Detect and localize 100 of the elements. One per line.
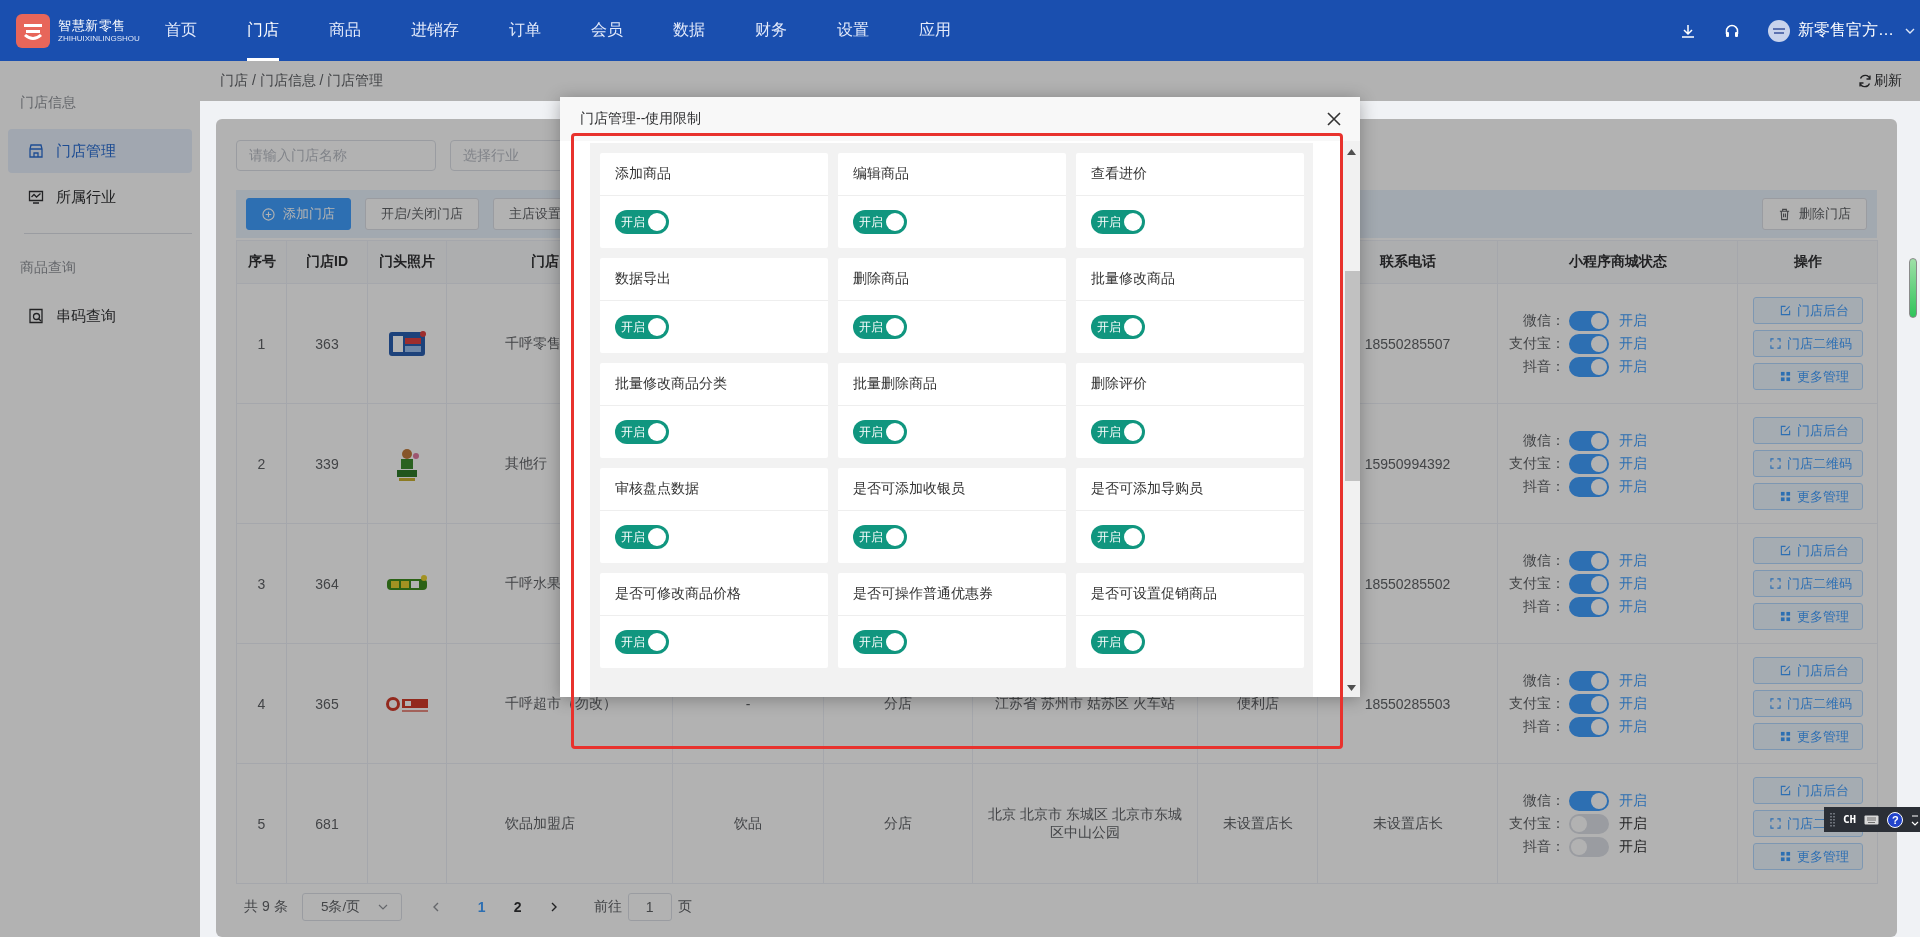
avatar-icon[interactable] (1768, 19, 1790, 42)
close-button[interactable] (1326, 111, 1342, 127)
toggle-switch[interactable]: 开启 (615, 420, 669, 444)
refresh-button[interactable]: 刷新 (1858, 72, 1902, 90)
page-number[interactable]: 1 (463, 893, 500, 921)
keyboard-icon[interactable] (1864, 814, 1880, 825)
scroll-up-icon[interactable] (1347, 149, 1356, 155)
nav-tab[interactable]: 订单 (484, 0, 566, 61)
action-button[interactable]: 门店二维码 (1752, 570, 1863, 597)
toggle-switch[interactable]: 开启 (1091, 630, 1145, 654)
toggle-switch[interactable] (1569, 716, 1609, 737)
goto-page-field[interactable]: 1 (627, 893, 672, 921)
toolbar-button[interactable]: 开启/关闭门店 (365, 198, 479, 230)
permission-title: 是否可添加导购员 (1076, 468, 1304, 511)
toggle-switch[interactable]: 开启 (853, 315, 907, 339)
action-button[interactable]: 门店后台 (1752, 537, 1863, 564)
permission-title: 是否可操作普通优惠券 (838, 573, 1066, 616)
toggle-switch[interactable] (1569, 836, 1609, 857)
grid-icon (1779, 491, 1791, 502)
sidebar-item-label[interactable]: 门店管理 (56, 141, 116, 161)
scroll-down-icon[interactable] (1347, 685, 1356, 691)
headset-icon[interactable] (1724, 22, 1740, 39)
action-button[interactable]: 门店二维码 (1752, 690, 1863, 717)
nav-tab[interactable]: 首页 (140, 0, 222, 61)
download-icon[interactable] (1680, 22, 1696, 39)
action-button[interactable]: 门店后台 (1752, 657, 1863, 684)
scrollbar-thumb[interactable] (1345, 271, 1360, 481)
sidebar-item-label[interactable]: 串码查询 (56, 306, 116, 326)
page-size-select[interactable]: 5条/页 (301, 893, 402, 921)
toggle-switch[interactable]: 开启 (853, 420, 907, 444)
table-cell: 2 (237, 404, 287, 524)
toggle-switch[interactable]: 开启 (1091, 525, 1145, 549)
channel-label: 支付宝： (1508, 574, 1565, 593)
toolbar-button[interactable]: 添加门店 (246, 198, 351, 230)
action-button[interactable]: 更多管理 (1752, 723, 1863, 750)
nav-tab[interactable]: 进销存 (386, 0, 484, 61)
toggle-switch[interactable] (1569, 550, 1609, 571)
toggle-switch[interactable]: 开启 (1091, 315, 1145, 339)
nav-tab[interactable]: 数据 (648, 0, 730, 61)
nav-tab[interactable]: 财务 (730, 0, 812, 61)
toggle-switch[interactable]: 开启 (1091, 420, 1145, 444)
scan-icon (1769, 578, 1781, 589)
breadcrumb: 门店 / 门店信息 / 门店管理 (220, 72, 384, 90)
action-button[interactable]: 门店后台 (1752, 297, 1863, 324)
logo-icon (16, 13, 50, 48)
magnifier-document-icon (28, 308, 44, 324)
action-button[interactable]: 门店后台 (1752, 777, 1863, 804)
table-cell: 363 (287, 284, 368, 404)
sidebar-item[interactable]: 串码查询 (8, 294, 192, 338)
toggle-switch[interactable] (1569, 693, 1609, 714)
nav-tab[interactable]: 商品 (304, 0, 386, 61)
page-number[interactable]: 2 (499, 893, 536, 921)
action-button[interactable]: 更多管理 (1752, 603, 1863, 630)
action-button[interactable]: 门店二维码 (1752, 330, 1863, 357)
nav-tab[interactable]: 设置 (812, 0, 894, 61)
toggle-switch[interactable]: 开启 (853, 525, 907, 549)
toolbar-button[interactable]: 删除门店 (1762, 198, 1867, 230)
toggle-switch[interactable]: 开启 (615, 630, 669, 654)
toggle-switch[interactable] (1569, 333, 1609, 354)
toggle-switch[interactable]: 开启 (1091, 210, 1145, 234)
permission-title: 批量修改商品分类 (600, 363, 828, 406)
nav-tab[interactable]: 应用 (894, 0, 976, 61)
toggle-state-text: 开启 (1619, 671, 1647, 690)
toggle-switch[interactable] (1569, 356, 1609, 377)
refresh-icon (1858, 74, 1872, 88)
sidebar-item[interactable]: 所属行业 (8, 175, 192, 219)
grip-icon[interactable] (1830, 811, 1835, 828)
action-button[interactable]: 门店后台 (1752, 417, 1863, 444)
toggle-switch[interactable]: 开启 (853, 630, 907, 654)
toggle-switch[interactable]: 开启 (615, 315, 669, 339)
action-button[interactable]: 门店二维码 (1752, 450, 1863, 477)
sidebar-item-label[interactable]: 所属行业 (56, 187, 116, 207)
caret-icon[interactable] (1911, 813, 1920, 826)
toggle-switch[interactable]: 开启 (853, 210, 907, 234)
sidebar-item[interactable]: 门店管理 (8, 129, 192, 173)
action-button[interactable]: 更多管理 (1752, 843, 1863, 870)
toggle-switch[interactable] (1569, 430, 1609, 451)
permission-title: 编辑商品 (838, 153, 1066, 196)
toggle-switch[interactable] (1569, 476, 1609, 497)
nav-tab[interactable]: 门店 (222, 0, 304, 61)
toggle-switch[interactable] (1569, 670, 1609, 691)
toggle-switch[interactable] (1569, 453, 1609, 474)
toggle-switch[interactable] (1569, 310, 1609, 331)
toggle-switch[interactable] (1569, 596, 1609, 617)
toggle-state-text: 开启 (1619, 551, 1647, 570)
ime-language[interactable]: CH (1843, 813, 1857, 826)
action-button[interactable]: 更多管理 (1752, 483, 1863, 510)
sidebar-heading: 门店信息 (19, 94, 77, 112)
toggle-switch[interactable]: 开启 (615, 525, 669, 549)
toggle-switch[interactable] (1569, 790, 1609, 811)
channel-label: 抖音： (1522, 717, 1565, 736)
toggle-switch[interactable] (1569, 573, 1609, 594)
scrollbar[interactable] (1343, 141, 1360, 697)
nav-tab[interactable]: 会员 (566, 0, 648, 61)
toggle-switch[interactable]: 开启 (615, 210, 669, 234)
user-name[interactable]: 新零售官方… (1798, 20, 1894, 41)
help-button[interactable]: ? (1887, 811, 1904, 828)
scroll-indicator (1909, 258, 1917, 318)
toggle-switch[interactable] (1569, 813, 1609, 834)
action-button[interactable]: 更多管理 (1752, 363, 1863, 390)
